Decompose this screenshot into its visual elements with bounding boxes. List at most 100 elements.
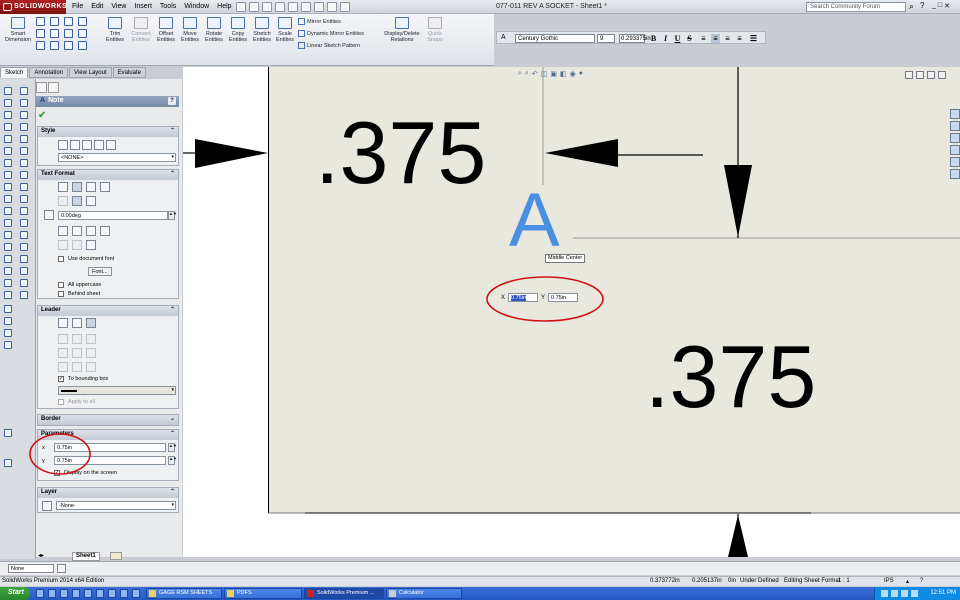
trim-entities-button[interactable]: Trim Entities (102, 17, 128, 43)
taskbar-item-solidworks[interactable]: SolidWorks Premium ... (304, 588, 384, 599)
scale-entities-button[interactable]: Scale Entities (274, 17, 296, 43)
mirror-icon[interactable] (4, 291, 12, 299)
sheet-nav-icon[interactable]: ◂▸ (38, 552, 44, 559)
resources-icon[interactable] (950, 109, 960, 119)
tray-icon[interactable] (891, 590, 898, 597)
font-button[interactable]: Font... (88, 267, 112, 276)
open-icon[interactable] (249, 2, 259, 12)
angle-input[interactable]: 0.00deg (58, 211, 168, 220)
parabola-icon[interactable] (4, 183, 12, 191)
bent-leader-icon[interactable] (72, 348, 82, 358)
load-style-icon[interactable] (106, 140, 116, 150)
popup-x-input[interactable]: 0.75in (508, 293, 539, 302)
insert-gtol-icon[interactable] (58, 240, 68, 250)
linear-sketch-pattern-button[interactable]: Linear Sketch Pattern (298, 42, 360, 49)
arrow-style-select[interactable]: ▾ (58, 386, 176, 395)
fix-icon[interactable] (4, 341, 12, 349)
layer-icon[interactable] (4, 429, 12, 437)
quick-launch-icon[interactable] (84, 589, 92, 598)
offset-icon[interactable] (4, 219, 12, 227)
start-button[interactable]: Start (0, 587, 30, 600)
align-center-icon[interactable]: ≡ (711, 34, 720, 43)
align-middle-icon[interactable] (72, 196, 82, 206)
show-desktop-icon[interactable] (36, 589, 44, 598)
quick-launch-icon[interactable] (60, 589, 68, 598)
file-explorer-icon[interactable] (950, 133, 960, 143)
move-entities-button[interactable]: Move Entities (178, 17, 202, 43)
quick-launch-icon[interactable] (48, 589, 56, 598)
rectangle-icon[interactable] (20, 87, 28, 95)
tray-icon[interactable] (881, 590, 888, 597)
save-icon[interactable] (262, 2, 272, 12)
polygon-icon[interactable] (50, 29, 59, 38)
quick-launch-icon[interactable] (120, 589, 128, 598)
sheet-tab-sheet1[interactable]: Sheet1 (72, 552, 100, 561)
note-icon[interactable] (20, 231, 28, 239)
layer-properties-icon[interactable] (57, 564, 66, 573)
style-group-title[interactable]: Style ⌃ (38, 127, 178, 137)
table-icon[interactable] (20, 291, 28, 299)
stretch-entities-button[interactable]: Stretch Entities (250, 17, 274, 43)
convert-entities-button[interactable]: Convert Entities (128, 17, 154, 43)
strikethrough-button[interactable]: S (685, 34, 694, 43)
print-icon[interactable] (275, 2, 285, 12)
circle-icon[interactable] (20, 111, 28, 119)
rebuild-icon[interactable] (314, 2, 324, 12)
leader-left-icon[interactable] (58, 334, 68, 344)
file-properties-icon[interactable] (327, 2, 337, 12)
relations-icon[interactable] (4, 329, 12, 337)
italic-button[interactable]: I (661, 34, 670, 43)
chamfer-icon[interactable] (4, 207, 12, 215)
save-style-icon[interactable] (94, 140, 104, 150)
y-coordinate-spinner[interactable]: ▲▼ (168, 456, 177, 465)
plane-icon[interactable] (20, 147, 28, 155)
centerline-icon[interactable] (4, 135, 12, 143)
dynamic-mirror-button[interactable]: Dynamic Mirror Entities (298, 30, 364, 37)
align-left-icon[interactable]: ≡ (699, 34, 708, 43)
view-orientation-icon[interactable]: ▣ (550, 70, 557, 78)
minimize-button[interactable]: _ (932, 2, 936, 10)
rectangle-icon[interactable] (36, 29, 45, 38)
copy-icon[interactable] (20, 195, 28, 203)
rotate-icon[interactable] (20, 171, 28, 179)
help-button[interactable]: ? (168, 97, 176, 105)
new-icon[interactable] (236, 2, 246, 12)
underline-button[interactable]: U (673, 34, 682, 43)
close-doc-icon[interactable] (938, 71, 946, 79)
to-bounding-box-checkbox[interactable]: ✓ (58, 376, 64, 382)
block-icon[interactable] (4, 317, 12, 325)
add-style-icon[interactable] (70, 140, 80, 150)
quick-launch-icon[interactable] (108, 589, 116, 598)
status-help-icon[interactable]: ? (920, 578, 923, 584)
stretch-icon[interactable] (20, 207, 28, 215)
appearance-icon[interactable]: ● (579, 70, 583, 78)
quick-launch-icon[interactable] (132, 589, 140, 598)
zoom-to-fit-icon[interactable]: ⌕ (518, 70, 522, 78)
hatch-icon[interactable] (4, 305, 12, 313)
split-icon[interactable] (4, 267, 12, 275)
leader-top-icon[interactable] (58, 362, 68, 372)
hide-show-icon[interactable]: ◉ (570, 70, 576, 78)
appearances-icon[interactable] (950, 157, 960, 167)
rotate-entities-button[interactable]: Rotate Entities (202, 17, 226, 43)
spline-icon[interactable] (4, 123, 12, 131)
search-input[interactable]: Search Community Forum (806, 2, 906, 12)
apply-to-all-checkbox[interactable] (58, 399, 64, 405)
trim-icon[interactable] (4, 243, 12, 251)
surface-finish-icon[interactable] (20, 255, 28, 263)
menu-view[interactable]: View (111, 3, 126, 10)
tray-icon[interactable] (911, 590, 918, 597)
insert-datum-icon[interactable] (86, 240, 96, 250)
bold-button[interactable]: B (649, 34, 658, 43)
custom-properties-icon[interactable] (950, 169, 960, 179)
tab-view-layout[interactable]: View Layout (69, 67, 112, 78)
menu-insert[interactable]: Insert (134, 3, 152, 10)
leader-group-title[interactable]: Leader ⌃ (38, 306, 178, 316)
line-icon[interactable] (4, 111, 12, 119)
menu-tools[interactable]: Tools (160, 3, 176, 10)
tab-annotation[interactable]: Annotation (29, 67, 69, 78)
select-icon[interactable] (301, 2, 311, 12)
behind-sheet-checkbox[interactable] (58, 291, 64, 297)
fillet-icon[interactable] (50, 41, 59, 50)
close-button[interactable]: ✕ (944, 2, 950, 10)
